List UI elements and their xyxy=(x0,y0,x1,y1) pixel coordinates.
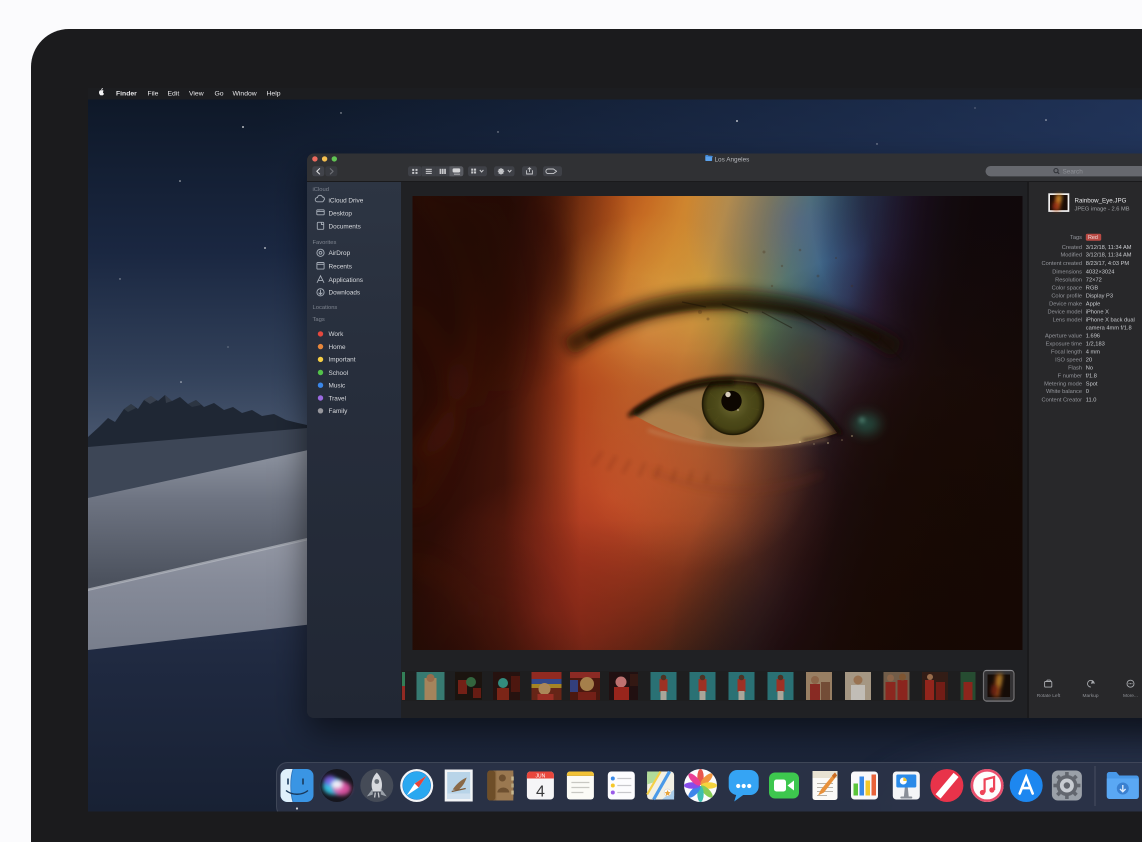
svg-text:Go: Go xyxy=(215,90,224,97)
svg-text:Flash: Flash xyxy=(1068,365,1082,371)
svg-text:F number: F number xyxy=(1058,374,1082,380)
svg-text:JUN: JUN xyxy=(536,773,546,779)
svg-text:1.696: 1.696 xyxy=(1086,334,1100,340)
svg-text:Help: Help xyxy=(267,90,281,97)
svg-text:Created: Created xyxy=(1062,245,1082,251)
svg-text:Display P3: Display P3 xyxy=(1086,294,1113,300)
svg-text:Device make: Device make xyxy=(1049,302,1082,308)
svg-text:Content Creator: Content Creator xyxy=(1042,398,1083,404)
svg-text:4032×3024: 4032×3024 xyxy=(1086,269,1115,275)
svg-text:Window: Window xyxy=(233,90,257,97)
svg-text:Red: Red xyxy=(1088,235,1098,241)
svg-text:4 mm: 4 mm xyxy=(1086,350,1100,356)
svg-text:White balance: White balance xyxy=(1046,389,1082,395)
svg-text:iPhone X: iPhone X xyxy=(1086,310,1109,316)
svg-text:Music: Music xyxy=(329,383,346,390)
svg-text:Tags: Tags xyxy=(313,317,325,323)
svg-text:11.0: 11.0 xyxy=(1086,398,1097,404)
svg-text:Exposure time: Exposure time xyxy=(1046,341,1082,347)
svg-text:Rainbow_Eye.JPG: Rainbow_Eye.JPG xyxy=(1075,197,1127,204)
svg-text:Downloads: Downloads xyxy=(329,290,361,297)
svg-text:Documents: Documents xyxy=(329,223,361,230)
svg-text:Favorites: Favorites xyxy=(313,240,337,246)
svg-text:Locations: Locations xyxy=(313,305,338,311)
svg-text:3/12/18, 11:34 AM: 3/12/18, 11:34 AM xyxy=(1086,253,1132,259)
svg-text:Content created: Content created xyxy=(1042,261,1082,267)
svg-text:Travel: Travel xyxy=(329,395,347,402)
svg-text:8/23/17, 4:03 PM: 8/23/17, 4:03 PM xyxy=(1086,261,1130,267)
svg-text:RGB: RGB xyxy=(1086,286,1099,292)
svg-text:JPEG image - 2.6 MB: JPEG image - 2.6 MB xyxy=(1075,207,1130,213)
svg-text:View: View xyxy=(189,90,204,97)
svg-text:Resolution: Resolution xyxy=(1055,278,1082,284)
svg-text:AirDrop: AirDrop xyxy=(329,250,351,257)
svg-text:iPhone X back dual: iPhone X back dual xyxy=(1086,318,1135,324)
svg-text:20: 20 xyxy=(1086,357,1092,363)
svg-text:Search: Search xyxy=(1063,168,1084,175)
svg-text:iCloud Drive: iCloud Drive xyxy=(329,198,364,205)
svg-text:Rotate Left: Rotate Left xyxy=(1037,693,1061,699)
svg-text:Work: Work xyxy=(329,331,345,338)
svg-text:No: No xyxy=(1086,365,1093,371)
svg-text:Focal length: Focal length xyxy=(1051,350,1082,356)
svg-text:Tags: Tags xyxy=(1070,235,1082,241)
svg-text:Los Angeles: Los Angeles xyxy=(715,156,750,163)
svg-text:0: 0 xyxy=(1086,389,1089,395)
svg-text:Edit: Edit xyxy=(168,90,180,97)
svg-text:Color profile: Color profile xyxy=(1051,294,1082,300)
svg-text:72×72: 72×72 xyxy=(1086,278,1102,284)
svg-text:File: File xyxy=(148,90,159,97)
svg-text:Home: Home xyxy=(329,344,346,351)
svg-text:4: 4 xyxy=(536,784,545,801)
svg-text:3/12/18, 11:34 AM: 3/12/18, 11:34 AM xyxy=(1086,245,1132,251)
svg-text:Aperture value: Aperture value xyxy=(1045,334,1082,340)
svg-text:Applications: Applications xyxy=(329,277,363,284)
svg-text:Modified: Modified xyxy=(1061,253,1083,259)
svg-text:camera 4mm f/1.8: camera 4mm f/1.8 xyxy=(1086,326,1132,332)
svg-text:Color space: Color space xyxy=(1052,286,1082,292)
svg-text:iCloud: iCloud xyxy=(313,187,329,193)
svg-text:Apple: Apple xyxy=(1086,302,1101,308)
svg-text:f/1.8: f/1.8 xyxy=(1086,374,1097,380)
svg-text:Recents: Recents xyxy=(329,263,352,270)
svg-text:More...: More... xyxy=(1123,693,1138,699)
svg-text:Lens model: Lens model xyxy=(1053,318,1082,324)
svg-text:Finder: Finder xyxy=(116,90,137,97)
svg-text:Important: Important xyxy=(329,357,356,364)
svg-text:School: School xyxy=(329,370,349,377)
svg-text:Dimensions: Dimensions xyxy=(1052,269,1082,275)
svg-text:Desktop: Desktop xyxy=(329,210,353,217)
svg-text:1/2,183: 1/2,183 xyxy=(1086,341,1105,347)
svg-text:Family: Family xyxy=(329,408,349,415)
svg-text:Device model: Device model xyxy=(1048,310,1082,316)
svg-text:Markup: Markup xyxy=(1083,693,1099,699)
svg-text:Metering mode: Metering mode xyxy=(1044,382,1082,388)
svg-text:ISO speed: ISO speed xyxy=(1055,357,1082,363)
svg-text:Spot: Spot xyxy=(1086,382,1098,388)
